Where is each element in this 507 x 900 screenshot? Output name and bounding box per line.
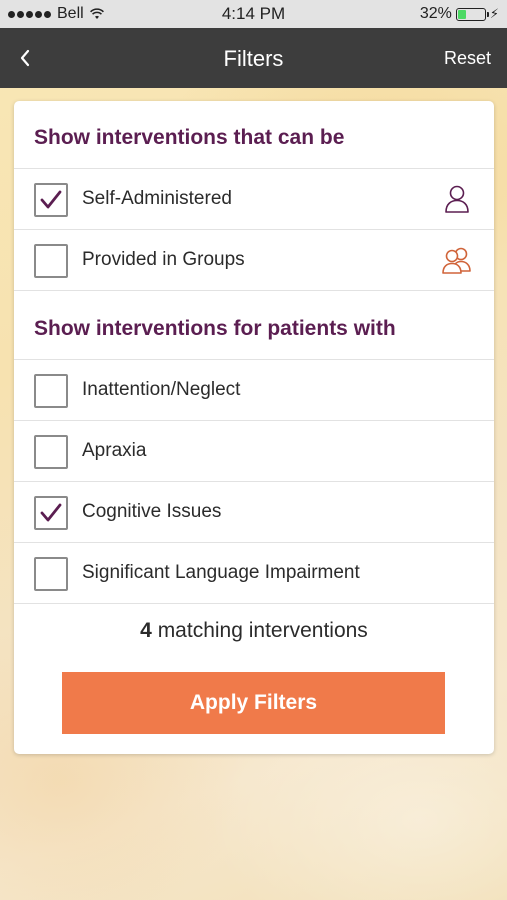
filter-option-provided-in-groups[interactable]: Provided in Groups — [14, 230, 494, 291]
filter-option-label: Apraxia — [82, 440, 147, 461]
filters-card: Show interventions that can be Self-Admi… — [14, 101, 494, 754]
group-icon — [442, 247, 471, 274]
apply-filters-button[interactable]: Apply Filters — [62, 672, 445, 734]
person-icon — [445, 185, 469, 213]
section-heading-administration: Show interventions that can be — [14, 101, 494, 169]
reset-button[interactable]: Reset — [444, 48, 491, 69]
matching-count-number: 4 — [140, 619, 152, 642]
filter-option-label: Significant Language Impairment — [82, 562, 360, 583]
checkmark-icon — [40, 503, 62, 522]
provided-in-groups-checkbox[interactable] — [34, 244, 68, 278]
page-title: Filters — [223, 46, 284, 71]
self-administered-checkbox[interactable] — [34, 183, 68, 217]
status-bar: Bell 4:14 PM 32% ⚡︎ — [0, 0, 507, 28]
cognitive-issues-checkbox[interactable] — [34, 496, 68, 530]
section-heading-patients: Show interventions for patients with — [14, 291, 494, 360]
significant-language-impairment-checkbox[interactable] — [34, 557, 68, 591]
filter-option-label: Provided in Groups — [82, 249, 245, 270]
nav-bar: Filters Reset — [0, 28, 507, 88]
filter-option-label: Cognitive Issues — [82, 501, 222, 522]
filter-option-apraxia[interactable]: Apraxia — [14, 421, 494, 482]
filter-option-inattention-neglect[interactable]: Inattention/Neglect — [14, 360, 494, 421]
charging-bolt-icon: ⚡︎ — [489, 6, 499, 21]
filter-option-label: Self-Administered — [82, 188, 232, 209]
battery-percent: 32% — [419, 5, 452, 22]
matching-count: 4 matching interventions — [14, 619, 494, 643]
battery-level — [457, 9, 467, 19]
inattention-neglect-checkbox[interactable] — [34, 374, 68, 408]
filter-option-significant-language-impairment[interactable]: Significant Language Impairment — [14, 543, 494, 604]
filter-option-cognitive-issues[interactable]: Cognitive Issues — [14, 482, 494, 543]
filter-option-self-administered[interactable]: Self-Administered — [14, 169, 494, 230]
matching-count-text: matching interventions — [151, 619, 368, 642]
battery-icon — [455, 7, 489, 21]
checkmark-icon — [40, 190, 62, 209]
apraxia-checkbox[interactable] — [34, 435, 68, 469]
status-right: 32% ⚡︎ — [420, 5, 499, 23]
filter-option-label: Inattention/Neglect — [82, 379, 241, 400]
